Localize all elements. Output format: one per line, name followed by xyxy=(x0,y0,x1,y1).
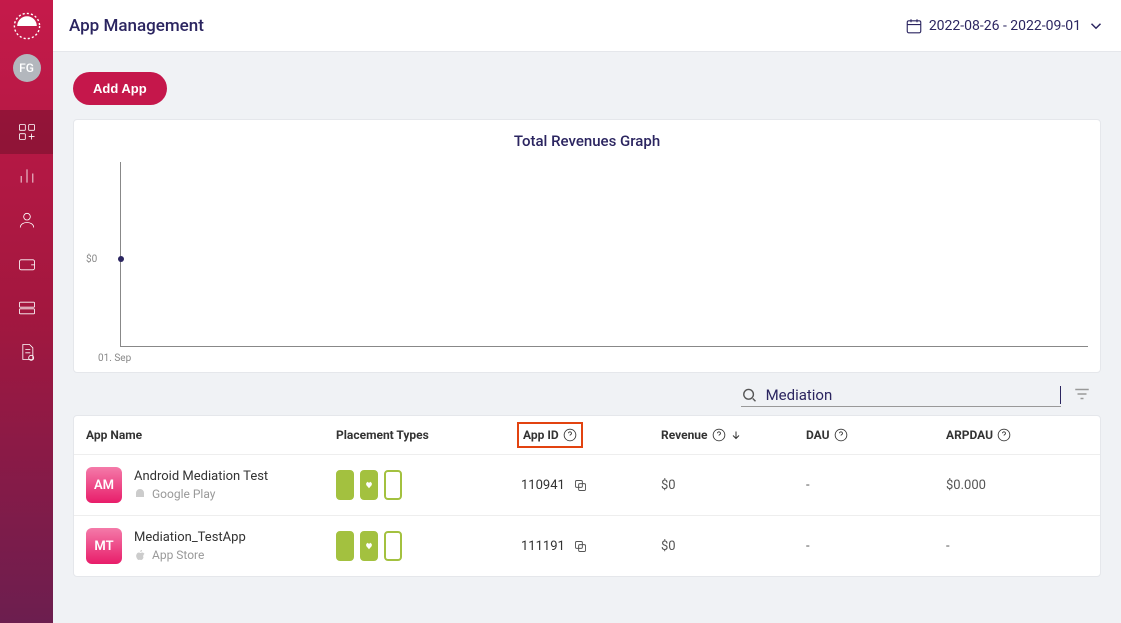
chart-area: $0 xyxy=(104,162,1088,347)
dau-cell: - xyxy=(806,539,946,554)
brand-logo xyxy=(13,12,41,40)
help-icon xyxy=(712,428,726,442)
date-range-picker[interactable]: 2022-08-26 - 2022-09-01 xyxy=(905,17,1105,35)
revenue-cell: $0 xyxy=(661,539,806,554)
help-icon xyxy=(563,428,577,442)
nav-servers[interactable] xyxy=(0,286,53,330)
x-axis-label: 01. Sep xyxy=(98,353,1088,364)
chart-card: Total Revenues Graph $0 01. Sep xyxy=(73,119,1101,373)
nav-apps[interactable] xyxy=(0,110,53,154)
document-icon xyxy=(17,342,37,362)
placement-types-cell xyxy=(336,470,521,500)
page-title: App Management xyxy=(69,16,204,36)
col-dau[interactable]: DAU xyxy=(806,428,946,442)
col-revenue[interactable]: Revenue xyxy=(661,428,806,442)
nav-documents[interactable] xyxy=(0,330,53,374)
bar-chart-icon xyxy=(17,166,37,186)
y-axis xyxy=(120,162,121,347)
main-content: Add App Total Revenues Graph $0 01. Sep … xyxy=(53,52,1121,623)
search-box[interactable]: Mediation xyxy=(741,386,1061,407)
apps-icon xyxy=(17,122,37,142)
app-name: Android Mediation Test xyxy=(134,469,268,484)
filter-icon xyxy=(1073,385,1091,403)
table-header: App Name Placement Types App ID Revenue … xyxy=(74,416,1100,454)
col-app-name[interactable]: App Name xyxy=(86,428,336,442)
chevron-down-icon xyxy=(1087,17,1105,35)
nav-users[interactable] xyxy=(0,198,53,242)
calendar-icon xyxy=(905,17,923,35)
text-cursor xyxy=(1060,386,1061,404)
app-icon-badge: MT xyxy=(86,528,122,564)
apple-icon xyxy=(134,549,146,561)
add-app-button[interactable]: Add App xyxy=(73,72,167,105)
placement-banner-icon xyxy=(336,470,354,500)
user-avatar[interactable]: FG xyxy=(13,54,41,82)
android-icon xyxy=(134,488,146,500)
app-store: Google Play xyxy=(134,487,268,501)
arpdau-cell: $0.000 xyxy=(946,478,1091,493)
nav-wallet[interactable] xyxy=(0,242,53,286)
placement-rewarded-icon xyxy=(384,470,402,500)
row-menu-button[interactable]: ⋮ xyxy=(1091,537,1101,556)
dau-cell: - xyxy=(806,478,946,493)
app-name: Mediation_TestApp xyxy=(134,530,246,545)
chart-point xyxy=(118,256,124,262)
x-axis xyxy=(120,346,1088,347)
header: App Management 2022-08-26 - 2022-09-01 xyxy=(53,0,1121,52)
revenue-cell: $0 xyxy=(661,478,806,493)
sort-down-icon xyxy=(730,429,742,441)
chart-title: Total Revenues Graph xyxy=(86,132,1088,150)
user-icon xyxy=(17,210,37,230)
app-icon-badge: AM xyxy=(86,467,122,503)
server-icon xyxy=(17,298,37,318)
copy-icon[interactable] xyxy=(573,478,588,493)
placement-types-cell xyxy=(336,531,521,561)
help-icon xyxy=(997,428,1011,442)
placement-banner-icon xyxy=(336,531,354,561)
app-store: App Store xyxy=(134,548,246,562)
sidebar: FG xyxy=(0,0,53,623)
filter-button[interactable] xyxy=(1073,385,1091,407)
arpdau-cell: - xyxy=(946,539,1091,554)
table-row: MT Mediation_TestApp App Store 111191 $0 xyxy=(74,515,1100,576)
date-range-text: 2022-08-26 - 2022-09-01 xyxy=(929,18,1081,34)
row-menu-button[interactable]: ⋮ xyxy=(1091,476,1101,495)
help-icon xyxy=(834,428,848,442)
app-id-cell: 111191 xyxy=(521,539,661,554)
placement-interstitial-icon xyxy=(360,531,378,561)
search-row: Mediation xyxy=(73,373,1101,415)
app-id-cell: 110941 xyxy=(521,478,661,493)
table-row: AM Android Mediation Test Google Play 11… xyxy=(74,454,1100,515)
copy-icon[interactable] xyxy=(573,539,588,554)
y-axis-label: $0 xyxy=(86,254,97,265)
col-placement-types[interactable]: Placement Types xyxy=(336,428,521,442)
search-input[interactable]: Mediation xyxy=(766,386,1061,404)
app-cell[interactable]: AM Android Mediation Test Google Play xyxy=(86,467,336,503)
apps-table: App Name Placement Types App ID Revenue … xyxy=(73,415,1101,577)
wallet-icon xyxy=(17,254,37,274)
col-arpdau[interactable]: ARPDAU xyxy=(946,428,1091,442)
nav-analytics[interactable] xyxy=(0,154,53,198)
search-icon xyxy=(741,386,758,404)
placement-interstitial-icon xyxy=(360,470,378,500)
app-cell[interactable]: MT Mediation_TestApp App Store xyxy=(86,528,336,564)
placement-rewarded-icon xyxy=(384,531,402,561)
col-app-id[interactable]: App ID xyxy=(517,422,583,448)
